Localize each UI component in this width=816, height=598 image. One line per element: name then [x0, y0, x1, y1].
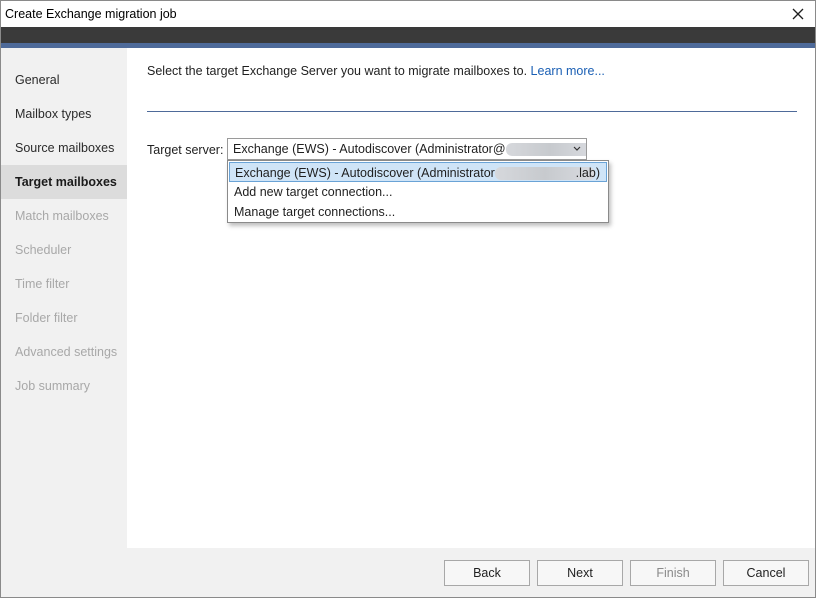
- close-button[interactable]: [787, 4, 809, 24]
- sidebar-item-label: Job summary: [15, 379, 91, 393]
- dropdown-option-suffix: .lab): [575, 166, 600, 180]
- button-bar: Back Next Finish Cancel: [127, 548, 815, 597]
- dropdown-option-label: Manage target connections...: [234, 205, 396, 219]
- sidebar-item-time-filter: Time filter: [1, 267, 127, 301]
- sidebar-item-match-mailboxes: Match mailboxes: [1, 199, 127, 233]
- dropdown-option-ews-autodiscover[interactable]: Exchange (EWS) - Autodiscover (Administr…: [229, 162, 607, 182]
- dropdown-option-label: Add new target connection...: [234, 185, 393, 199]
- finish-button: Finish: [630, 560, 716, 586]
- chevron-down-icon[interactable]: [572, 143, 582, 155]
- target-server-value: Exchange (EWS) - Autodiscover (Administr…: [233, 142, 506, 156]
- sidebar-item-label: Scheduler: [15, 243, 72, 257]
- target-server-select[interactable]: Exchange (EWS) - Autodiscover (Administr…: [227, 138, 587, 160]
- sidebar-item-label: Target mailboxes: [15, 175, 117, 189]
- instruction-text: Select the target Exchange Server you wa…: [147, 64, 605, 78]
- dropdown-option-manage-connections[interactable]: Manage target connections...: [229, 202, 607, 222]
- sidebar-item-label: Match mailboxes: [15, 209, 109, 223]
- window-title: Create Exchange migration job: [5, 7, 177, 21]
- sidebar-item-label: Time filter: [15, 277, 70, 291]
- sidebar-item-label: Source mailboxes: [15, 141, 115, 155]
- sidebar-item-scheduler: Scheduler: [1, 233, 127, 267]
- header-band: [1, 27, 815, 43]
- sidebar-item-label: Advanced settings: [15, 345, 118, 359]
- next-button[interactable]: Next: [537, 560, 623, 586]
- dropdown-option-add-connection[interactable]: Add new target connection...: [229, 182, 607, 202]
- back-button[interactable]: Back: [444, 560, 530, 586]
- sidebar-item-target-mailboxes[interactable]: Target mailboxes: [1, 165, 127, 199]
- cancel-button[interactable]: Cancel: [723, 560, 809, 586]
- target-server-label: Target server:: [147, 143, 224, 157]
- step-content: Select the target Exchange Server you wa…: [127, 48, 815, 548]
- sidebar-item-label: Mailbox types: [15, 107, 92, 121]
- sidebar-item-label: Folder filter: [15, 311, 78, 325]
- target-server-dropdown: Exchange (EWS) - Autodiscover (Administr…: [227, 160, 609, 223]
- close-icon: [792, 8, 804, 20]
- sidebar-item-job-summary: Job summary: [1, 369, 127, 403]
- sidebar-item-mailbox-types[interactable]: Mailbox types: [1, 97, 127, 131]
- learn-more-link[interactable]: Learn more...: [531, 64, 605, 78]
- sidebar-item-label: General: [15, 73, 60, 87]
- sidebar-item-source-mailboxes[interactable]: Source mailboxes: [1, 131, 127, 165]
- sidebar-item-advanced-settings: Advanced settings: [1, 335, 127, 369]
- instruction-label: Select the target Exchange Server you wa…: [147, 64, 528, 78]
- sidebar-item-general[interactable]: General: [1, 63, 127, 97]
- section-divider: [147, 111, 797, 112]
- dropdown-option-label: Exchange (EWS) - Autodiscover (Administr…: [235, 166, 495, 180]
- sidebar-item-folder-filter: Folder filter: [1, 301, 127, 335]
- dialog-window: Create Exchange migration job General Ma…: [0, 0, 816, 598]
- wizard-steps-sidebar: General Mailbox types Source mailboxes T…: [1, 48, 127, 597]
- title-bar: Create Exchange migration job: [1, 1, 815, 27]
